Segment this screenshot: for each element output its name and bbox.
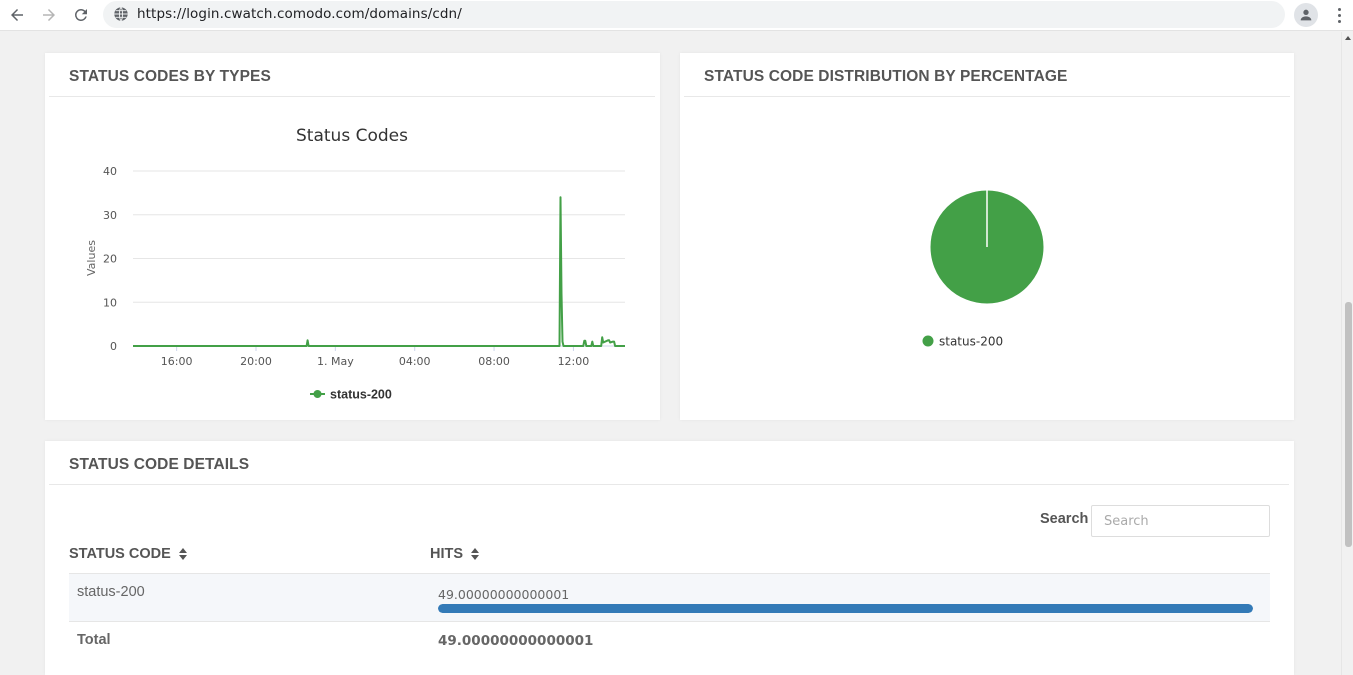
scroll-thumb[interactable] bbox=[1345, 302, 1352, 547]
status-code-pie-chart: status-200 bbox=[922, 189, 1045, 349]
y-tick-label: 20 bbox=[103, 253, 117, 266]
y-tick-label: 40 bbox=[103, 165, 117, 178]
y-tick-label: 0 bbox=[110, 340, 117, 353]
status-code-details-panel: STATUS CODE DETAILS Search STATUS CODE H… bbox=[45, 441, 1294, 675]
legend-marker bbox=[313, 390, 322, 398]
reload-button[interactable] bbox=[69, 3, 93, 27]
back-button[interactable] bbox=[5, 3, 29, 27]
browser-menu-button[interactable] bbox=[1330, 4, 1348, 26]
hits-progress-bar bbox=[438, 604, 1253, 613]
total-value: 49.00000000000001 bbox=[438, 633, 594, 649]
y-tick-label: 30 bbox=[103, 209, 117, 222]
x-tick-label: 16:00 bbox=[161, 355, 193, 368]
legend-marker bbox=[922, 335, 934, 347]
back-arrow-icon bbox=[11, 9, 23, 21]
column-header-label: STATUS CODE bbox=[69, 546, 171, 562]
x-tick-label: 04:00 bbox=[399, 355, 431, 368]
status-code-distribution-panel: STATUS CODE DISTRIBUTION BY PERCENTAGE s… bbox=[680, 53, 1294, 420]
x-tick-label: 08:00 bbox=[478, 355, 510, 368]
search-label: Search bbox=[1040, 511, 1089, 527]
y-tick-label: 10 bbox=[103, 296, 117, 309]
page-scrollbar[interactable] bbox=[1341, 32, 1353, 675]
sort-icon[interactable] bbox=[471, 548, 480, 560]
browser-toolbar: https://login.cwatch.comodo.com/domains/… bbox=[0, 0, 1353, 31]
x-tick-label: 12:00 bbox=[558, 355, 590, 368]
series-line-status-200 bbox=[133, 196, 625, 347]
legend-label: status-200 bbox=[330, 388, 392, 402]
panel-title: STATUS CODES BY TYPES bbox=[69, 68, 271, 85]
chart-title: Status Codes bbox=[296, 126, 408, 146]
address-bar[interactable]: https://login.cwatch.comodo.com/domains/… bbox=[103, 1, 1285, 28]
hits-progress-fill bbox=[438, 604, 1253, 613]
column-header-hits[interactable]: HITS bbox=[430, 546, 480, 562]
x-tick-label: 20:00 bbox=[240, 355, 272, 368]
panel-divider bbox=[684, 96, 1290, 97]
table-row bbox=[69, 573, 1270, 622]
search-input[interactable] bbox=[1091, 505, 1270, 537]
more-vert-icon bbox=[1337, 7, 1341, 11]
profile-icon bbox=[1300, 9, 1312, 21]
column-header-status-code[interactable]: STATUS CODE bbox=[69, 546, 187, 562]
reload-icon bbox=[74, 8, 87, 21]
scroll-up-arrow-icon[interactable] bbox=[1345, 36, 1351, 40]
status-codes-by-types-panel: STATUS CODES BY TYPES Status Codes 0 10 20 3… bbox=[45, 53, 660, 420]
total-label: Total bbox=[77, 632, 111, 648]
column-header-label: HITS bbox=[430, 546, 464, 562]
panel-divider bbox=[49, 484, 1289, 485]
hits-cell-value: 49.00000000000001 bbox=[438, 587, 570, 602]
x-tick-label: 1. May bbox=[317, 355, 354, 368]
sort-icon[interactable] bbox=[178, 548, 187, 560]
status-code-cell: status-200 bbox=[77, 584, 145, 600]
profile-button[interactable] bbox=[1294, 3, 1318, 27]
y-axis-label: Values bbox=[85, 240, 98, 276]
panel-divider bbox=[49, 96, 655, 97]
legend-label: status-200 bbox=[939, 335, 1003, 349]
status-codes-line-chart: Status Codes 0 10 20 30 40 16:00 20:00 1. May 04:… bbox=[85, 126, 625, 402]
forward-arrow-icon bbox=[43, 9, 55, 21]
panel-title: STATUS CODE DETAILS bbox=[69, 456, 250, 473]
panel-title: STATUS CODE DISTRIBUTION BY PERCENTAGE bbox=[704, 68, 1068, 85]
forward-button[interactable] bbox=[37, 3, 61, 27]
url-text: https://login.cwatch.comodo.com/domains/… bbox=[137, 6, 462, 22]
globe-icon bbox=[114, 7, 128, 21]
